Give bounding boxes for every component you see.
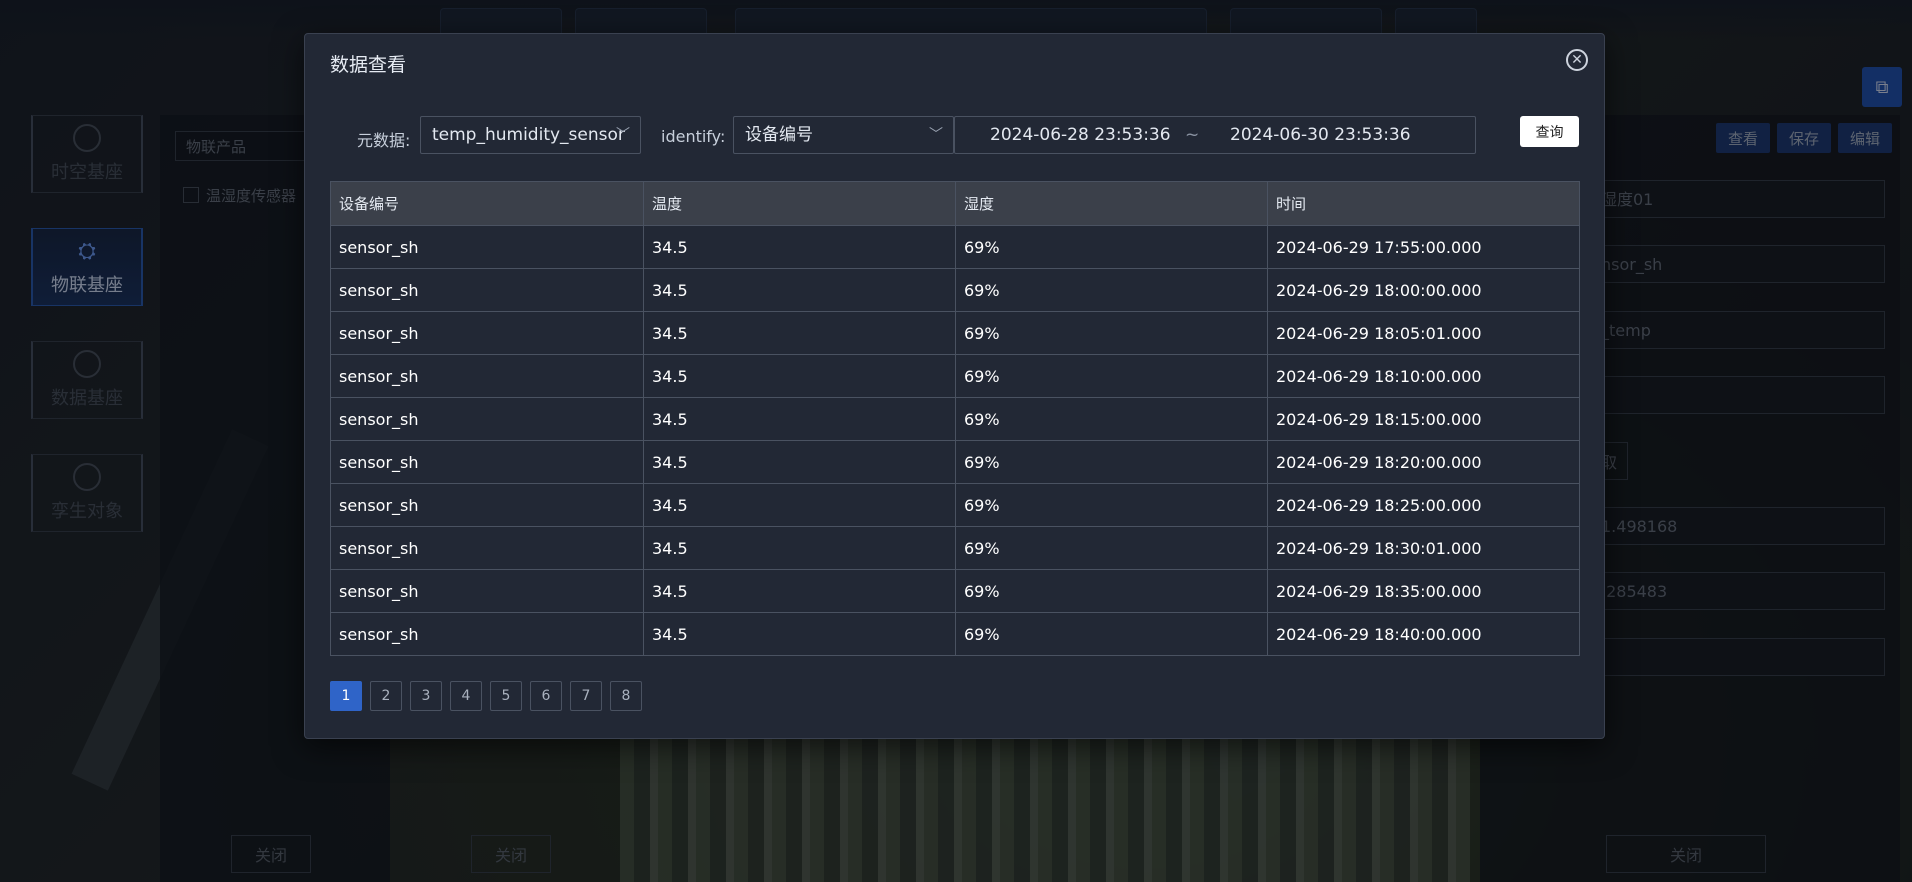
cell-time: 2024-06-29 18:15:00.000 (1267, 397, 1580, 441)
cell-device-id: sensor_sh (330, 483, 644, 527)
cell-temperature: 34.5 (643, 483, 956, 527)
cell-time: 2024-06-29 18:00:00.000 (1267, 268, 1580, 312)
cell-temperature: 34.5 (643, 268, 956, 312)
identify-select[interactable]: 设备编号 ﹀ (733, 116, 954, 154)
metadata-select[interactable]: temp_humidity_sensor ﹀ (420, 116, 641, 154)
date-range-picker[interactable]: 2024-06-28 23:53:36 ~ 2024-06-30 23:53:3… (954, 116, 1476, 154)
date-start[interactable]: 2024-06-28 23:53:36 (990, 125, 1171, 145)
identify-label: identify: (661, 127, 726, 146)
column-header-temperature[interactable]: 温度 (643, 181, 956, 226)
cell-device-id: sensor_sh (330, 354, 644, 398)
page-button[interactable]: 3 (410, 681, 442, 711)
column-header-time[interactable]: 时间 (1267, 181, 1580, 226)
cell-humidity: 69% (955, 440, 1268, 484)
cell-humidity: 69% (955, 569, 1268, 613)
cell-temperature: 34.5 (643, 612, 956, 656)
table-body: sensor_sh 34.5 69% 2024-06-29 17:55:00.000 s… (330, 225, 1580, 656)
cell-time: 2024-06-29 18:10:00.000 (1267, 354, 1580, 398)
metadata-select-value: temp_humidity_sensor (432, 125, 625, 145)
page-button[interactable]: 6 (530, 681, 562, 711)
page-button[interactable]: 4 (450, 681, 482, 711)
cell-humidity: 69% (955, 268, 1268, 312)
column-header-humidity[interactable]: 湿度 (955, 181, 1268, 226)
cell-humidity: 69% (955, 526, 1268, 570)
table-header-row: 设备编号 温度 湿度 时间 (330, 181, 1580, 226)
cell-temperature: 34.5 (643, 526, 956, 570)
table-row[interactable]: sensor_sh 34.5 69% 2024-06-29 18:40:00.000 (330, 612, 1580, 656)
date-end[interactable]: 2024-06-30 23:53:36 (1230, 125, 1411, 145)
cell-time: 2024-06-29 18:05:01.000 (1267, 311, 1580, 355)
cell-device-id: sensor_sh (330, 225, 644, 269)
cell-temperature: 34.5 (643, 440, 956, 484)
table-row[interactable]: sensor_sh 34.5 69% 2024-06-29 18:35:00.000 (330, 569, 1580, 613)
cell-device-id: sensor_sh (330, 311, 644, 355)
table-row[interactable]: sensor_sh 34.5 69% 2024-06-29 18:25:00.000 (330, 483, 1580, 527)
cell-time: 2024-06-29 18:20:00.000 (1267, 440, 1580, 484)
table-row[interactable]: sensor_sh 34.5 69% 2024-06-29 18:15:00.000 (330, 397, 1580, 441)
cell-humidity: 69% (955, 354, 1268, 398)
cell-time: 2024-06-29 18:25:00.000 (1267, 483, 1580, 527)
pagination: 12345678 (330, 681, 642, 711)
cell-time: 2024-06-29 18:30:01.000 (1267, 526, 1580, 570)
page-button[interactable]: 2 (370, 681, 402, 711)
cell-time: 2024-06-29 18:35:00.000 (1267, 569, 1580, 613)
page-button[interactable]: 5 (490, 681, 522, 711)
query-button[interactable]: 查询 (1520, 116, 1579, 147)
date-separator: ~ (1185, 125, 1200, 145)
page-button[interactable]: 8 (610, 681, 642, 711)
chevron-down-icon: ﹀ (616, 127, 630, 143)
cell-temperature: 34.5 (643, 354, 956, 398)
column-header-device-id[interactable]: 设备编号 (330, 181, 644, 226)
cell-humidity: 69% (955, 612, 1268, 656)
cell-temperature: 34.5 (643, 311, 956, 355)
page-button[interactable]: 7 (570, 681, 602, 711)
cell-humidity: 69% (955, 397, 1268, 441)
identify-select-value: 设备编号 (745, 125, 813, 145)
table-row[interactable]: sensor_sh 34.5 69% 2024-06-29 17:55:00.000 (330, 225, 1580, 269)
cell-device-id: sensor_sh (330, 612, 644, 656)
cell-device-id: sensor_sh (330, 397, 644, 441)
table-row[interactable]: sensor_sh 34.5 69% 2024-06-29 18:20:00.000 (330, 440, 1580, 484)
cell-device-id: sensor_sh (330, 569, 644, 613)
cell-humidity: 69% (955, 311, 1268, 355)
cell-time: 2024-06-29 18:40:00.000 (1267, 612, 1580, 656)
page-button[interactable]: 1 (330, 681, 362, 711)
cell-temperature: 34.5 (643, 397, 956, 441)
cell-device-id: sensor_sh (330, 526, 644, 570)
table-row[interactable]: sensor_sh 34.5 69% 2024-06-29 18:30:01.000 (330, 526, 1580, 570)
modal-title: 数据查看 (330, 54, 407, 76)
close-icon[interactable]: ✕ (1566, 49, 1588, 71)
cell-temperature: 34.5 (643, 569, 956, 613)
chevron-down-icon: ﹀ (929, 127, 943, 143)
cell-device-id: sensor_sh (330, 268, 644, 312)
data-table: 设备编号 温度 湿度 时间 sensor_sh 34.5 69% 2024-06-29… (330, 181, 1580, 656)
cell-device-id: sensor_sh (330, 440, 644, 484)
cell-time: 2024-06-29 17:55:00.000 (1267, 225, 1580, 269)
cell-temperature: 34.5 (643, 225, 956, 269)
table-row[interactable]: sensor_sh 34.5 69% 2024-06-29 18:05:01.000 (330, 311, 1580, 355)
table-row[interactable]: sensor_sh 34.5 69% 2024-06-29 18:10:00.000 (330, 354, 1580, 398)
metadata-label: 元数据: (357, 131, 411, 150)
table-row[interactable]: sensor_sh 34.5 69% 2024-06-29 18:00:00.000 (330, 268, 1580, 312)
cell-humidity: 69% (955, 483, 1268, 527)
data-view-modal: 数据查看 ✕ 元数据: temp_humidity_sensor ﹀ ident… (304, 33, 1605, 739)
cell-humidity: 69% (955, 225, 1268, 269)
